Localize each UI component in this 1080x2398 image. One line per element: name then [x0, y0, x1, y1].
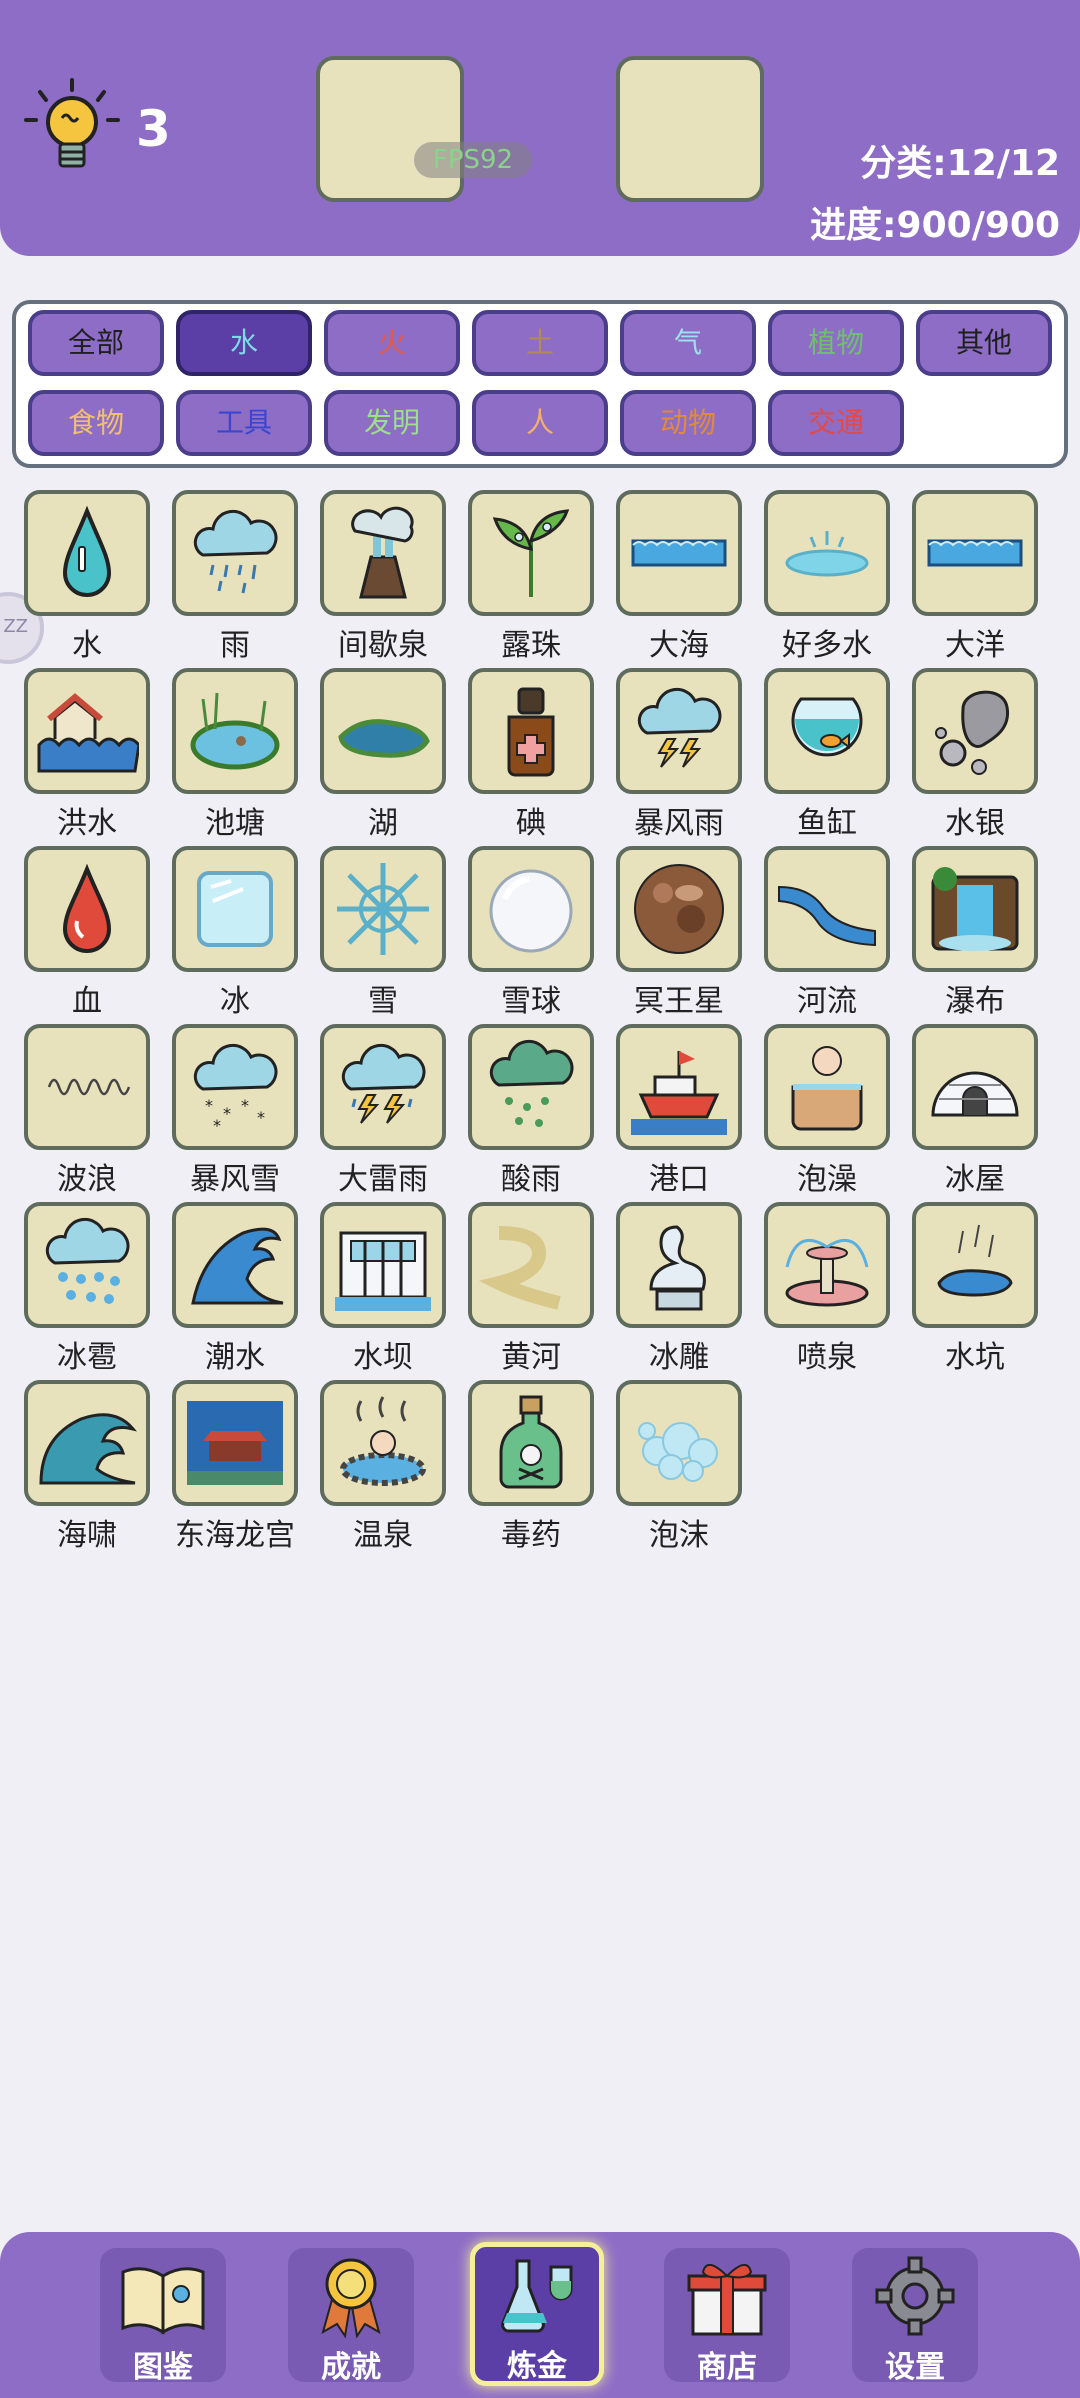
- bottom-nav: 图鉴 成就 炼金 商店 设置: [0, 2232, 1080, 2398]
- bath-tub-icon: [764, 1024, 890, 1150]
- category-tab[interactable]: 水: [176, 310, 312, 376]
- hint-count: 3: [136, 100, 171, 158]
- ice-swan-icon: [616, 1202, 742, 1328]
- svg-text:*: *: [257, 1108, 265, 1127]
- tsunami-icon: [24, 1380, 150, 1506]
- dew-plant-icon: [468, 490, 594, 616]
- category-tab[interactable]: 全部: [28, 310, 164, 376]
- book-icon: [100, 2248, 226, 2342]
- nav-medal[interactable]: 成就: [288, 2248, 414, 2385]
- category-tab[interactable]: 交通: [768, 390, 904, 456]
- geyser-icon: [320, 490, 446, 616]
- gift-icon: [664, 2248, 790, 2342]
- thunderstorm-icon: [320, 1024, 446, 1150]
- flood-house-icon: [24, 668, 150, 794]
- nav-gear[interactable]: 设置: [852, 2248, 978, 2385]
- nav-label: 图鉴: [133, 2350, 193, 2385]
- wave-line-icon: [24, 1024, 150, 1150]
- mercury-blob-icon: [912, 668, 1038, 794]
- category-tab[interactable]: 其他: [916, 310, 1052, 376]
- iodine-bottle-icon: [468, 668, 594, 794]
- category-tab[interactable]: 植物: [768, 310, 904, 376]
- river-icon: [764, 846, 890, 972]
- gear-icon: [852, 2248, 978, 2342]
- progress-stat: 进度:900/900: [810, 205, 1060, 246]
- sea-wave-icon: [616, 490, 742, 616]
- medal-icon: [288, 2248, 414, 2342]
- combine-slot-1[interactable]: [316, 56, 464, 202]
- snowball-icon: [468, 846, 594, 972]
- puddle-icon: [764, 490, 890, 616]
- rain-cloud-icon: [172, 490, 298, 616]
- category-tab[interactable]: 食物: [28, 390, 164, 456]
- harbor-ship-icon: [616, 1024, 742, 1150]
- igloo-icon: [912, 1024, 1038, 1150]
- lake-icon: [320, 668, 446, 794]
- category-stat: 分类:12/12: [860, 143, 1060, 184]
- combine-slot-2[interactable]: [616, 56, 764, 202]
- waterfall-icon: [912, 846, 1038, 972]
- nav-gift[interactable]: 商店: [664, 2248, 790, 2385]
- nav-label: 炼金: [507, 2349, 567, 2384]
- category-tab[interactable]: 工具: [176, 390, 312, 456]
- pond-icon: [172, 668, 298, 794]
- blood-drop-icon: [24, 846, 150, 972]
- acid-rain-icon: [468, 1024, 594, 1150]
- svg-text:*: *: [241, 1096, 249, 1115]
- dragon-palace-icon: [172, 1380, 298, 1506]
- snowflake-icon: [320, 846, 446, 972]
- fountain-icon: [764, 1202, 890, 1328]
- hail-cloud-icon: [24, 1202, 150, 1328]
- flask-icon: [475, 2247, 599, 2341]
- ice-cube-icon: [172, 846, 298, 972]
- yellow-river-icon: [468, 1202, 594, 1328]
- element-label: 水银: [945, 806, 1005, 841]
- dam-icon: [320, 1202, 446, 1328]
- category-tab[interactable]: 发明: [324, 390, 460, 456]
- element-label: 泡沫: [649, 1518, 709, 1553]
- top-bar: 3 FPS92 分类:12/12 进度:900/900: [0, 0, 1080, 256]
- category-tab[interactable]: 土: [472, 310, 608, 376]
- category-tab[interactable]: 人: [472, 390, 608, 456]
- fps-counter: FPS92: [414, 142, 532, 178]
- tide-wave-icon: [172, 1202, 298, 1328]
- bubbles-icon: [616, 1380, 742, 1506]
- category-filter-panel: 全部水火土气植物 其他食物 工具 发明人动物 交通: [12, 300, 1068, 468]
- nav-label: 成就: [321, 2350, 381, 2385]
- pluto-planet-icon: [616, 846, 742, 972]
- svg-text:*: *: [213, 1116, 221, 1135]
- nav-book[interactable]: 图鉴: [100, 2248, 226, 2385]
- water-drop-icon: [24, 490, 150, 616]
- ocean-wave-icon: [912, 490, 1038, 616]
- element-label: 大洋: [945, 628, 1005, 663]
- nav-label: 设置: [885, 2350, 945, 2385]
- svg-text:*: *: [223, 1104, 231, 1123]
- storm-cloud-icon: [616, 668, 742, 794]
- element-label: 水坑: [945, 1340, 1005, 1375]
- element-label: 瀑布: [945, 984, 1005, 1019]
- svg-text:*: *: [205, 1096, 213, 1115]
- category-tab[interactable]: 气: [620, 310, 756, 376]
- fishbowl-icon: [764, 668, 890, 794]
- water-hole-icon: [912, 1202, 1038, 1328]
- nav-label: 商店: [697, 2350, 757, 2385]
- category-tab[interactable]: 动物: [620, 390, 756, 456]
- nav-flask[interactable]: 炼金: [470, 2242, 604, 2386]
- lightbulb-icon[interactable]: [22, 78, 122, 182]
- element-label: 冰屋: [945, 1162, 1005, 1197]
- blizzard-cloud-icon: * * * * *: [172, 1024, 298, 1150]
- category-tab[interactable]: 火: [324, 310, 460, 376]
- poison-bottle-icon: [468, 1380, 594, 1506]
- hot-spring-icon: [320, 1380, 446, 1506]
